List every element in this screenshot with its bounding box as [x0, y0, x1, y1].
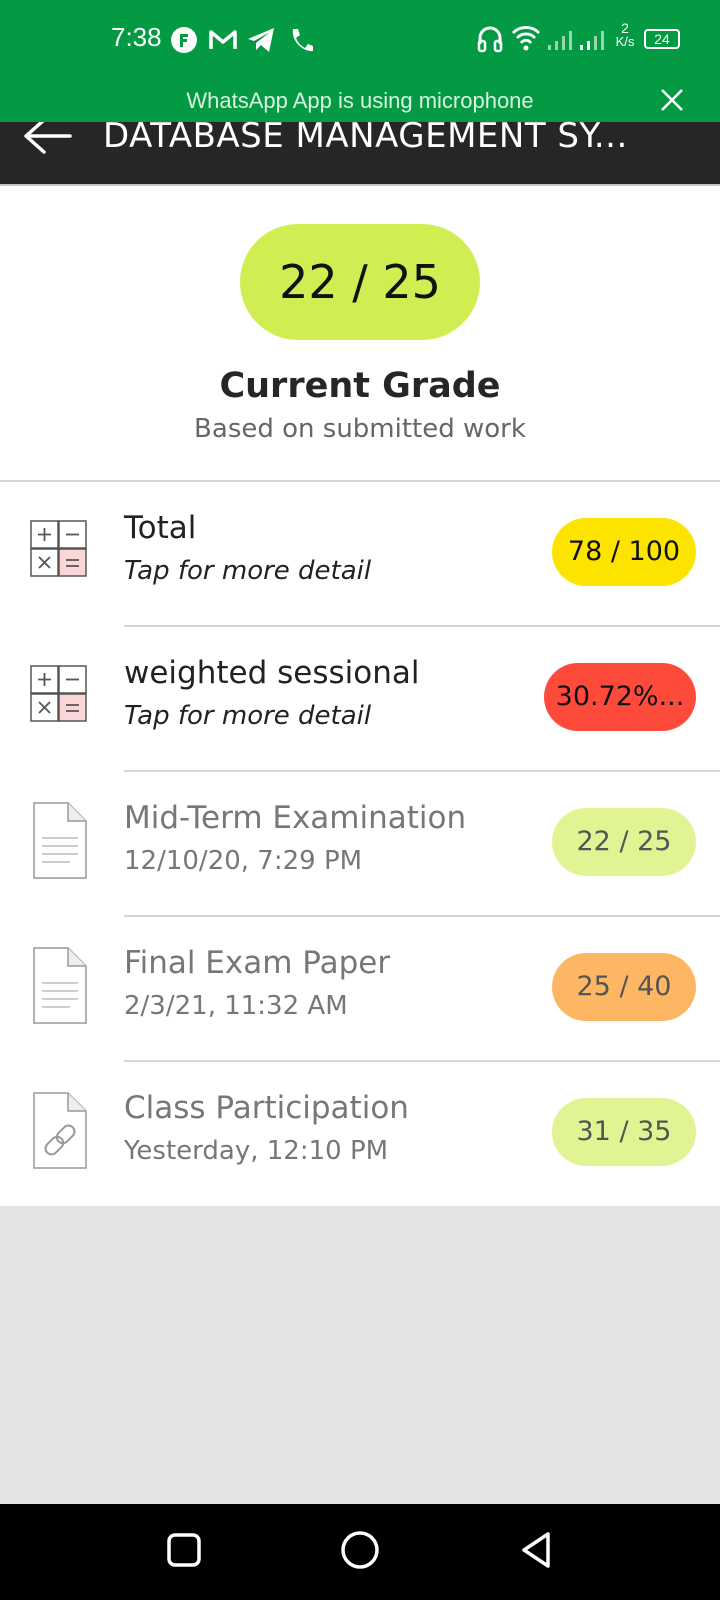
battery-level: 24 — [654, 31, 670, 47]
recents-square-icon[interactable] — [166, 1532, 202, 1568]
current-grade-sublabel: Based on submitted work — [194, 414, 526, 444]
grade-item-weighted-sessional[interactable]: weighted sessional Tap for more detail 3… — [0, 627, 720, 772]
document-icon — [33, 947, 87, 1024]
score-badge: 31 / 35 — [552, 1098, 696, 1166]
status-bar: 7:38 2 K/s 24 — [0, 0, 720, 80]
grade-item-class-participation[interactable]: Class Participation Yesterday, 12:10 PM … — [0, 1062, 720, 1207]
gmail-icon — [209, 30, 237, 49]
score-badge: 25 / 40 — [552, 953, 696, 1021]
grade-item-date: Yesterday, 12:10 PM — [124, 1136, 389, 1166]
battery-icon: 24 — [644, 29, 680, 49]
grade-item-title: weighted sessional — [124, 655, 420, 691]
grade-item-subtitle: Tap for more detail — [124, 701, 372, 731]
microphone-banner-text: WhatsApp App is using microphone — [186, 88, 534, 113]
back-triangle-icon[interactable] — [518, 1530, 554, 1570]
home-circle-icon[interactable] — [340, 1530, 380, 1570]
score-badge: 30.72%... — [544, 663, 696, 731]
signal-1-icon — [548, 31, 572, 50]
telegram-icon — [248, 28, 274, 52]
course-title: DATABASE MANAGEMENT SY... — [103, 116, 628, 156]
grade-item-date: 2/3/21, 11:32 AM — [124, 991, 348, 1021]
close-icon[interactable] — [660, 88, 684, 112]
app-bar: DATABASE MANAGEMENT SY... — [0, 116, 720, 184]
calculator-icon — [30, 665, 87, 722]
current-grade-badge: 22 / 25 — [240, 224, 480, 340]
score-badge: 22 / 25 — [552, 808, 696, 876]
grade-item-title: Final Exam Paper — [124, 945, 391, 981]
headset-icon — [477, 26, 503, 53]
app-notification-icon — [171, 27, 197, 53]
grade-item-date: 12/10/20, 7:29 PM — [124, 846, 363, 876]
grade-item-total[interactable]: Total Tap for more detail 78 / 100 — [0, 482, 720, 627]
grade-item-mid-term[interactable]: Mid-Term Examination 12/10/20, 7:29 PM 2… — [0, 772, 720, 917]
link-document-icon — [33, 1092, 87, 1169]
signal-2-icon — [580, 31, 604, 50]
grade-item-title: Class Participation — [124, 1090, 409, 1126]
system-nav-bar — [0, 1504, 720, 1600]
network-speed: 2 K/s — [612, 21, 638, 49]
calculator-icon — [30, 520, 87, 577]
wifi-icon — [511, 26, 541, 51]
grade-item-final-exam[interactable]: Final Exam Paper 2/3/21, 11:32 AM 25 / 4… — [0, 917, 720, 1062]
phone-icon — [292, 29, 313, 52]
grade-item-title: Mid-Term Examination — [124, 800, 467, 836]
grade-item-subtitle: Tap for more detail — [124, 556, 372, 586]
back-arrow-icon[interactable] — [22, 122, 74, 166]
status-time: 7:38 — [111, 22, 162, 52]
score-badge: 78 / 100 — [552, 518, 696, 586]
document-icon — [33, 802, 87, 879]
network-speed-unit: K/s — [615, 34, 635, 49]
grade-item-title: Total — [124, 510, 197, 546]
current-grade-label: Current Grade — [219, 366, 501, 406]
